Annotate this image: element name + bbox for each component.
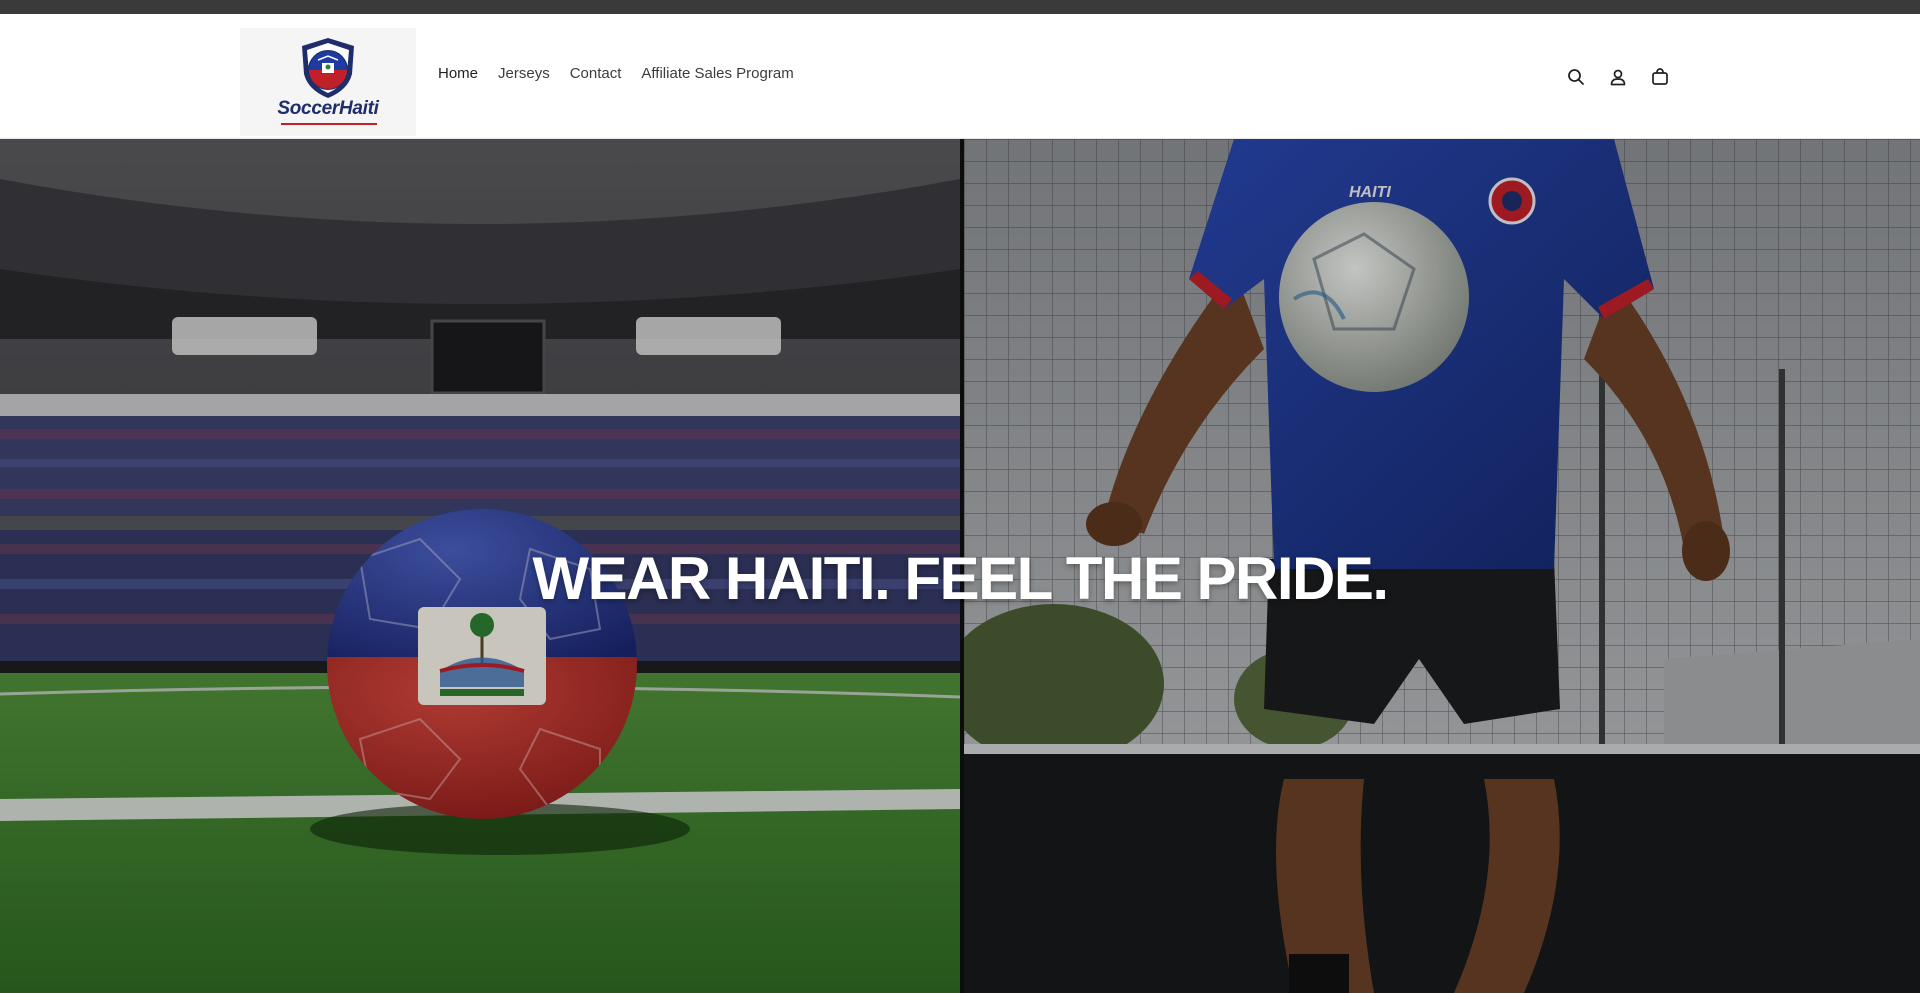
- nav-link-jerseys[interactable]: Jerseys: [488, 65, 560, 82]
- logo[interactable]: SoccerHaiti: [240, 28, 416, 136]
- logo-text: SoccerHaiti: [277, 98, 379, 119]
- site-header: SoccerHaiti Home Jerseys Contact Affilia…: [0, 14, 1920, 139]
- search-button[interactable]: [1555, 64, 1597, 90]
- nav-link-contact[interactable]: Contact: [560, 65, 632, 82]
- announcement-bar: [0, 0, 1920, 14]
- account-button[interactable]: [1597, 64, 1639, 90]
- nav-link-affiliate-sales-program[interactable]: Affiliate Sales Program: [631, 65, 803, 82]
- header-icons: [1555, 64, 1681, 90]
- account-icon: [1610, 69, 1626, 86]
- main-nav: Home Jerseys Contact Affiliate Sales Pro…: [438, 65, 804, 82]
- jersey-text: HAITI: [1349, 184, 1391, 201]
- hero-banner: HAITI WEAR HAITI. FEEL THE PRIDE.: [0, 139, 1920, 993]
- nav-link-home[interactable]: Home: [438, 65, 488, 82]
- cart-icon: [1652, 68, 1668, 85]
- hero-heading: WEAR HAITI. FEEL THE PRIDE.: [532, 545, 1389, 612]
- logo-underline: [281, 123, 377, 125]
- cart-button[interactable]: [1639, 64, 1681, 90]
- logo-shield-icon: [302, 38, 354, 98]
- search-icon: [1568, 69, 1584, 85]
